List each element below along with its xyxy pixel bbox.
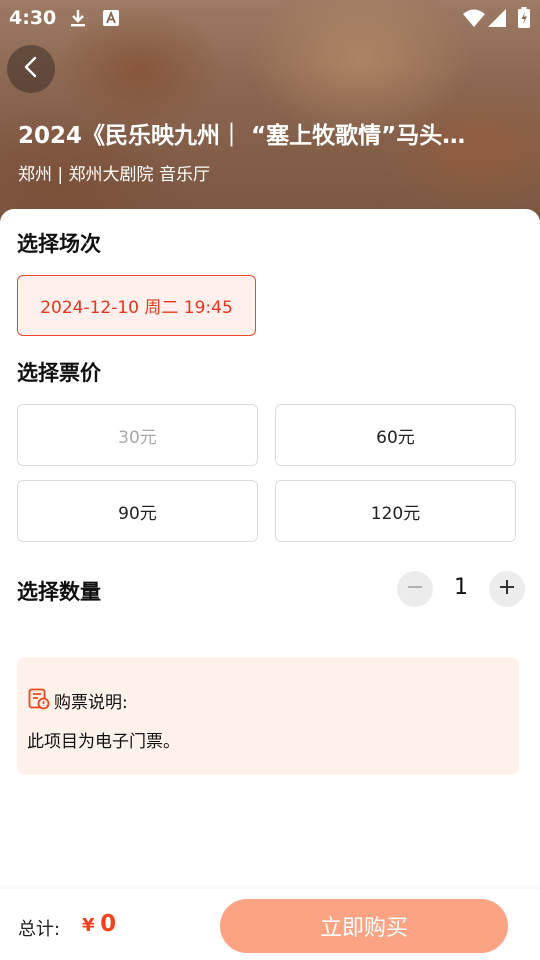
quantity-section-label: 选择数量 (17, 580, 101, 604)
ticket-notice-icon (28, 688, 50, 714)
price-option-90[interactable]: 90元 (17, 480, 258, 542)
back-arrow-icon (21, 55, 41, 83)
signal-icon (488, 9, 506, 31)
currency-symbol: ¥ (82, 915, 95, 936)
quantity-decrease-button[interactable] (397, 571, 433, 607)
ticket-sheet: 选择场次 2024-12-10 周二 19:45 选择票价 30元 60元 90… (0, 209, 540, 889)
total-label: 总计: (18, 919, 61, 940)
price-option-60[interactable]: 60元 (275, 404, 516, 466)
plus-icon (498, 578, 516, 600)
buy-now-button[interactable]: 立即购买 (220, 899, 508, 953)
notice-body: 此项目为电子门票。 (27, 732, 180, 752)
session-option-selected[interactable]: 2024-12-10 周二 19:45 (17, 275, 256, 336)
total-amount: ¥ 0 (82, 911, 116, 937)
checkout-footer: 总计: ¥ 0 立即购买 (0, 889, 540, 960)
download-icon (69, 8, 87, 32)
event-title: 2024《民乐映九州｜ “塞上牧歌情”马头… (18, 123, 466, 149)
wifi-icon (463, 9, 485, 31)
battery-icon (518, 7, 530, 32)
quantity-value: 1 (454, 575, 468, 600)
event-hero: 4:30 2024《民乐映九州｜ “塞上牧歌情”马头… 郑州 | 郑州大剧院 音… (0, 0, 540, 230)
quantity-increase-button[interactable] (489, 571, 525, 607)
total-value: 0 (100, 911, 117, 937)
notice-title: 购票说明: (54, 693, 128, 713)
purchase-notice: 购票说明: 此项目为电子门票。 (17, 657, 519, 775)
status-time: 4:30 (9, 7, 57, 29)
a-text-icon (103, 10, 119, 30)
status-bar: 4:30 (0, 0, 540, 36)
price-option-30[interactable]: 30元 (17, 404, 258, 466)
minus-icon (406, 578, 424, 600)
back-button[interactable] (7, 45, 55, 93)
event-venue: 郑州 | 郑州大剧院 音乐厅 (18, 165, 210, 185)
price-section-label: 选择票价 (17, 361, 101, 385)
price-option-120[interactable]: 120元 (275, 480, 516, 542)
session-section-label: 选择场次 (17, 232, 101, 256)
